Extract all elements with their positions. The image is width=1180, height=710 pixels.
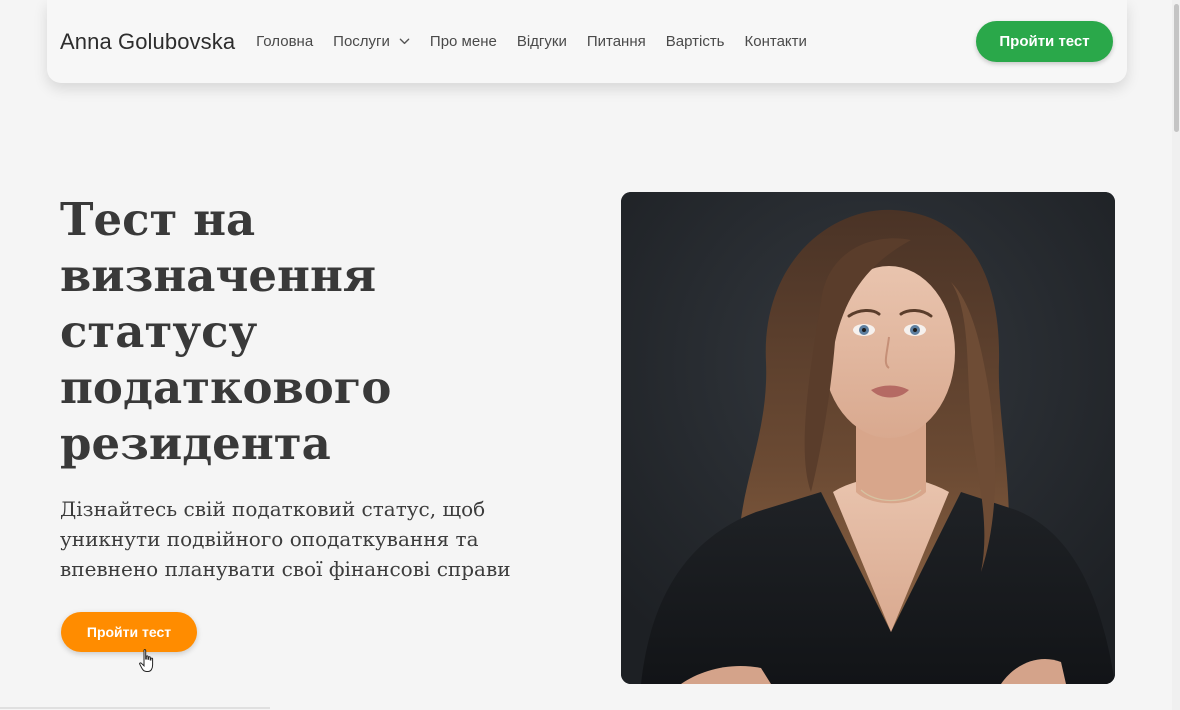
scrollbar[interactable]	[1172, 0, 1180, 710]
main-nav: Головна Послуги Про мене Відгуки Питання…	[256, 33, 827, 50]
chevron-down-icon	[399, 38, 410, 45]
scrollbar-thumb[interactable]	[1174, 4, 1179, 132]
portrait-illustration	[621, 192, 1115, 684]
page: Anna Golubovska Головна Послуги Про мене…	[0, 0, 1180, 710]
hand-cursor-icon	[139, 649, 154, 672]
site-header: Anna Golubovska Головна Послуги Про мене…	[47, 0, 1127, 83]
nav-item-home[interactable]: Головна	[256, 33, 313, 50]
nav-item-label: Контакти	[744, 33, 807, 50]
hero-subtitle: Дізнайтесь свій податковий статус, щоб у…	[60, 497, 511, 581]
portrait-photo	[621, 192, 1115, 684]
hero-take-test-button[interactable]: Пройти тест	[61, 612, 197, 652]
nav-item-label: Відгуки	[516, 33, 567, 50]
nav-item-label: Послуги	[333, 33, 390, 50]
divider	[0, 707, 270, 709]
nav-item-reviews[interactable]: Відгуки	[517, 33, 567, 50]
nav-item-about[interactable]: Про мене	[430, 33, 497, 50]
nav-item-label: Вартість	[665, 33, 725, 50]
nav-item-faq[interactable]: Питання	[587, 33, 646, 50]
nav-item-services[interactable]: Послуги	[333, 33, 410, 50]
hero-title: Тест на визначення статусу податкового р…	[60, 193, 392, 470]
nav-item-label: Про мене	[429, 33, 497, 50]
nav-item-label: Головна	[256, 33, 314, 50]
nav-item-label: Питання	[586, 33, 646, 50]
header-take-test-button[interactable]: Пройти тест	[976, 21, 1113, 62]
nav-item-contacts[interactable]: Контакти	[745, 33, 807, 50]
nav-item-pricing[interactable]: Вартість	[666, 33, 725, 50]
brand-logo[interactable]: Anna Golubovska	[60, 29, 235, 55]
